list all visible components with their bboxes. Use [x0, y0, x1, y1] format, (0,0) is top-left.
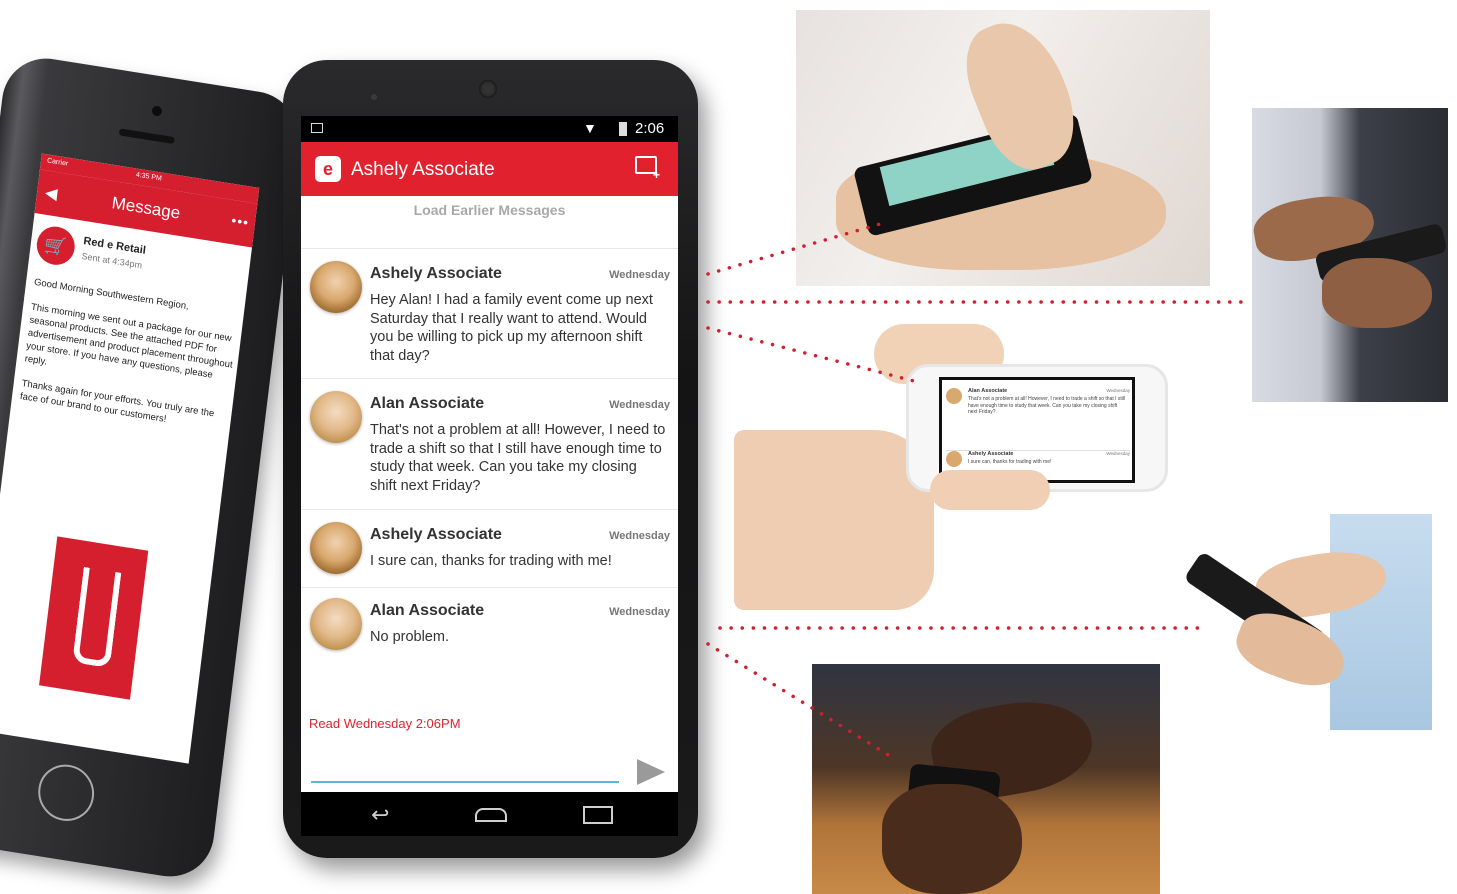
dotted-connectors [706, 222, 1248, 758]
connector-line [706, 642, 892, 758]
connector-line [706, 326, 920, 384]
connector-line [706, 222, 882, 276]
